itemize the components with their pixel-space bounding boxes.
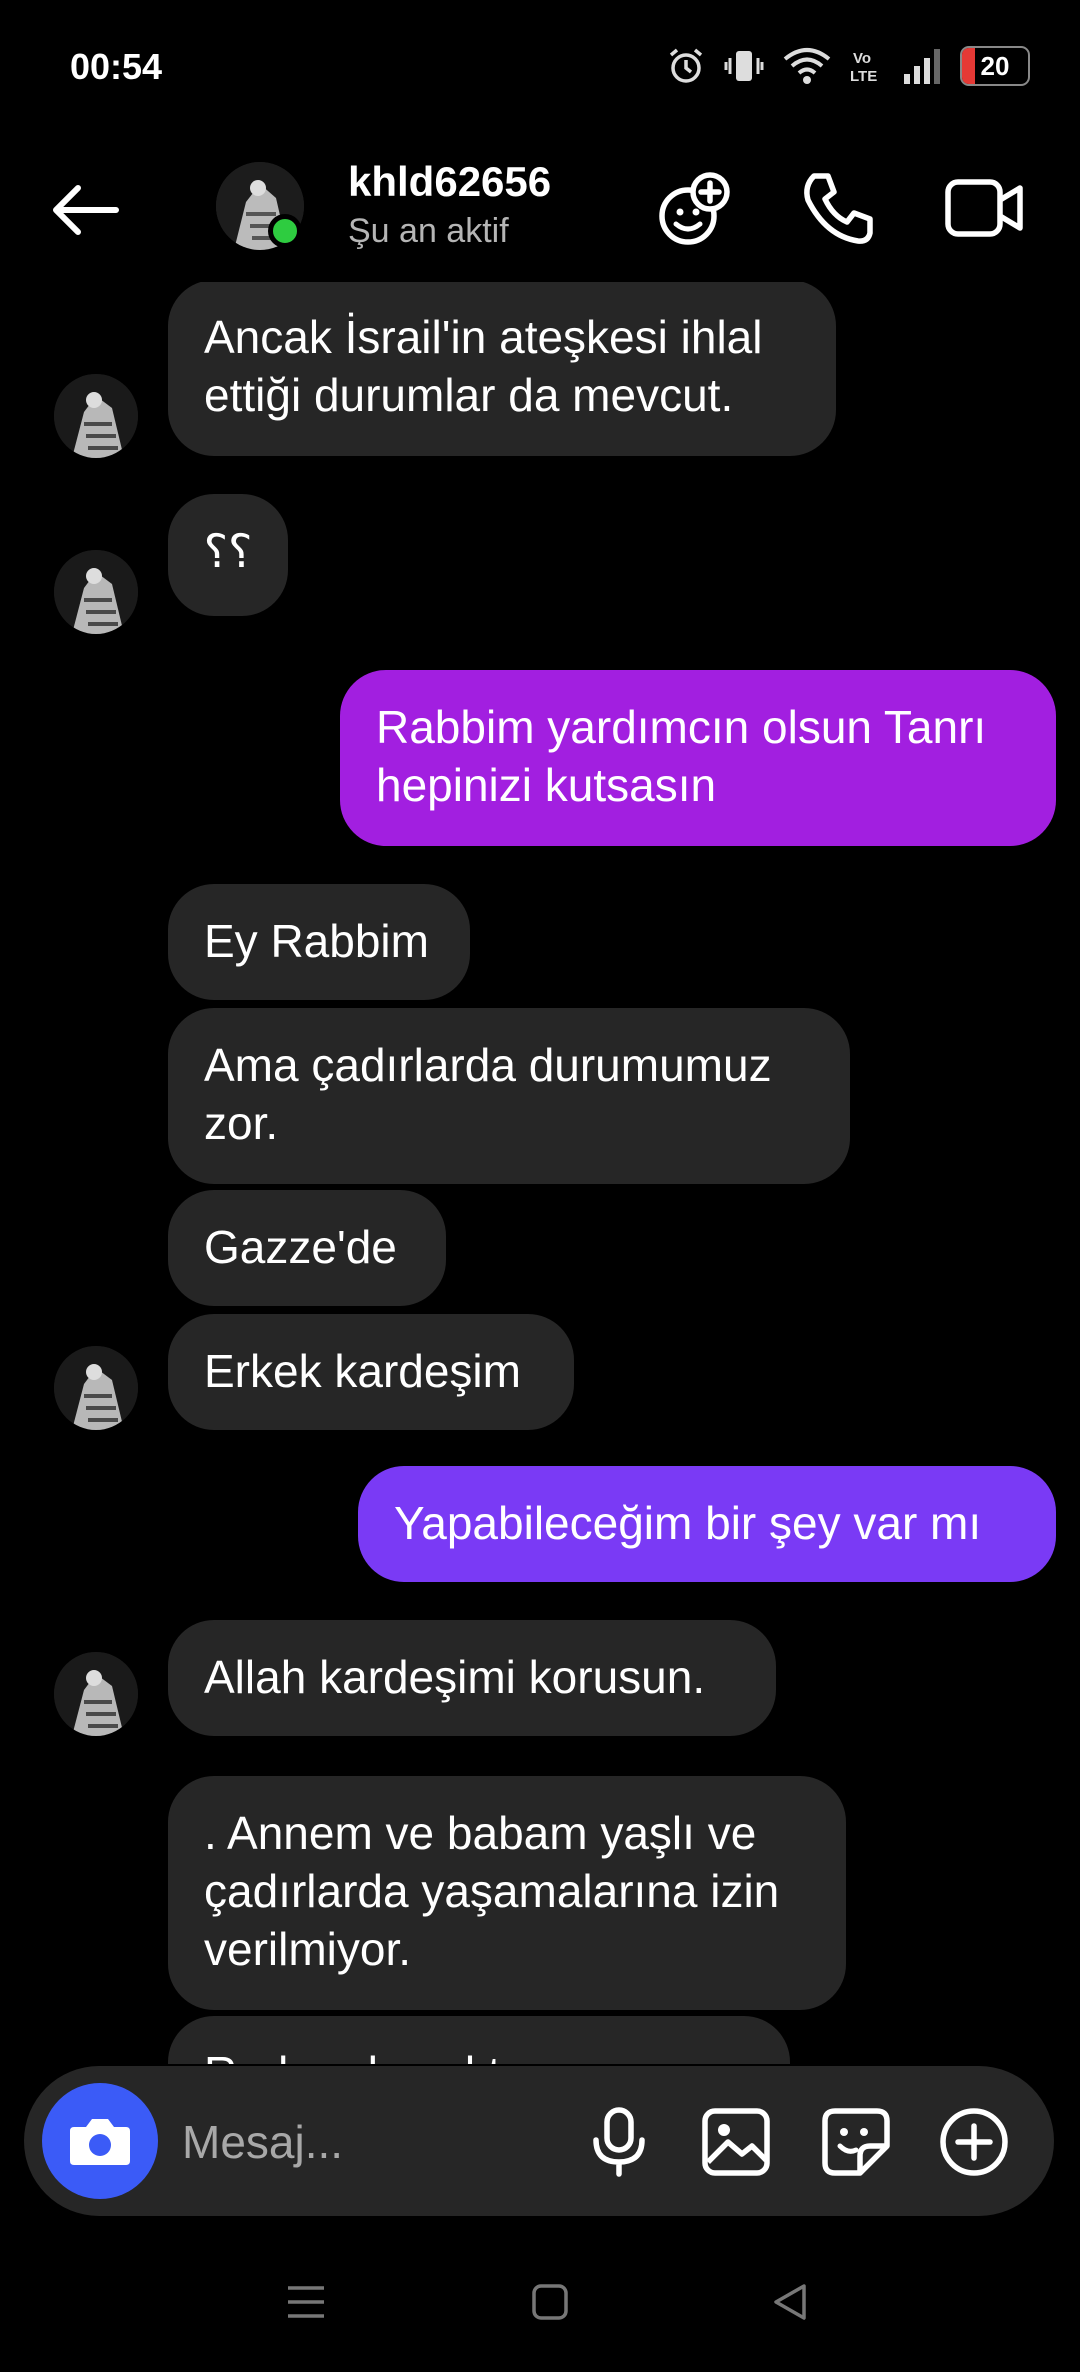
incoming-message[interactable]: . Annem ve babam yaşlı ve çadırlarda yaş… (168, 1776, 846, 2010)
online-indicator (268, 214, 302, 248)
wifi-icon (783, 48, 831, 84)
battery-indicator: 20 (960, 46, 1030, 86)
outgoing-message[interactable]: Rabbim yardımcın olsun Tanrı hepinizi ku… (340, 670, 1056, 846)
back-nav-icon[interactable] (770, 2282, 810, 2322)
active-status: Şu an aktif (348, 212, 509, 250)
svg-text:Vo: Vo (853, 50, 871, 67)
contact-username[interactable]: khld62656 (348, 158, 551, 206)
sender-avatar-image (54, 550, 138, 634)
battery-level: 20 (980, 50, 1010, 81)
incoming-message[interactable]: Rudaa da yoktur ama (168, 2016, 790, 2064)
incoming-message[interactable]: ؟؟ (168, 494, 288, 616)
gallery-icon[interactable] (700, 2106, 772, 2178)
incoming-message[interactable]: Ey Rabbim (168, 884, 470, 1000)
svg-text:LTE: LTE (850, 68, 877, 85)
back-arrow-icon[interactable] (48, 180, 120, 240)
incoming-message[interactable]: Ancak İsrail'in ateşkesi ihlal ettiği du… (168, 282, 836, 456)
volte-icon: Vo LTE (850, 50, 877, 85)
microphone-icon[interactable] (584, 2106, 654, 2178)
camera-button[interactable] (42, 2083, 158, 2199)
outgoing-message[interactable]: Yapabileceğim bir şey var mı (358, 1466, 1056, 1582)
vibrate-icon (724, 51, 764, 81)
chat-header: khld62656 Şu an aktif (0, 140, 1080, 290)
sender-avatar-image (54, 1652, 138, 1736)
camera-icon (70, 2119, 130, 2165)
sticker-icon[interactable] (820, 2106, 892, 2178)
system-navigation-bar (0, 2250, 1080, 2372)
status-icons: Vo LTE 20 (666, 46, 1030, 86)
status-time: 00:54 (70, 46, 163, 87)
phone-call-icon[interactable] (800, 170, 876, 246)
add-plus-icon[interactable] (938, 2106, 1010, 2178)
sender-avatar[interactable] (54, 1346, 138, 1430)
video-call-icon[interactable] (944, 170, 1026, 246)
message-input[interactable] (180, 2106, 574, 2178)
recent-apps-icon[interactable] (286, 2282, 326, 2322)
incoming-message[interactable]: Allah kardeşimi korusun. (168, 1620, 776, 1736)
status-bar: 00:54 Vo LTE 20 (0, 0, 1080, 140)
incoming-message[interactable]: Ama çadırlarda durumumuz zor. (168, 1008, 850, 1184)
sender-avatar[interactable] (54, 374, 138, 458)
signal-icon (904, 49, 940, 84)
alarm-icon (669, 48, 703, 83)
home-icon[interactable] (530, 2282, 570, 2322)
incoming-message[interactable]: Erkek kardeşim (168, 1314, 574, 1430)
sender-avatar-image (54, 1346, 138, 1430)
add-effects-icon[interactable] (656, 170, 736, 250)
incoming-message[interactable]: Gazze'de (168, 1190, 446, 1306)
sender-avatar[interactable] (54, 550, 138, 634)
message-thread[interactable]: Ancak İsrail'in ateşkesi ihlal ettiği du… (0, 282, 1080, 2064)
message-composer (24, 2066, 1054, 2216)
sender-avatar[interactable] (54, 1652, 138, 1736)
sender-avatar-image (54, 374, 138, 458)
